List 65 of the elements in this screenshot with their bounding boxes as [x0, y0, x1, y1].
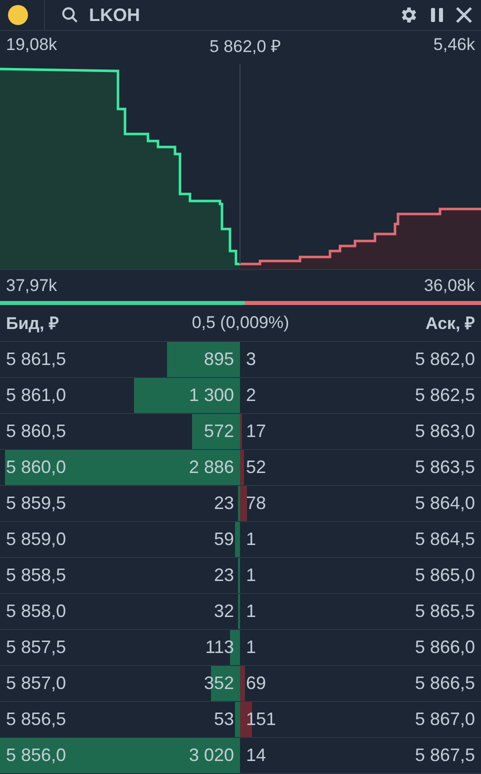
asks-total: 36,08k — [424, 276, 475, 296]
settings-button[interactable] — [399, 5, 419, 25]
bid-price[interactable]: 5 856,0 — [6, 744, 66, 766]
status-dot — [8, 5, 28, 25]
bid-volume: 895 — [204, 348, 234, 370]
settings-icon — [399, 5, 419, 25]
ask-price[interactable]: 5 862,5 — [414, 384, 475, 406]
spread-value: 0,5 (0,009%) — [192, 312, 290, 333]
ask-peak-volume: 5,46k — [433, 35, 475, 56]
bid-volume: 59 — [214, 528, 234, 550]
ask-price[interactable]: 5 866,0 — [414, 636, 475, 658]
ask-price[interactable]: 5 867,5 — [414, 744, 475, 766]
bid-price[interactable]: 5 861,5 — [6, 348, 66, 370]
close-button[interactable] — [455, 6, 473, 24]
ask-price[interactable]: 5 866,5 — [414, 672, 475, 694]
bid-price[interactable]: 5 859,5 — [6, 492, 66, 514]
bid-volume: 23 — [214, 564, 234, 586]
ask-volume: 78 — [246, 492, 266, 514]
bid-price[interactable]: 5 861,0 — [6, 384, 66, 406]
ask-volume: 17 — [246, 420, 266, 442]
bid-volume: 32 — [214, 600, 234, 622]
ask-volume: 1 — [246, 600, 256, 622]
bid-volume: 2 886 — [188, 456, 234, 478]
ask-price[interactable]: 5 863,5 — [414, 456, 475, 478]
ask-price[interactable]: 5 864,5 — [414, 528, 475, 550]
ticker-symbol[interactable]: LKOH — [89, 4, 389, 26]
bid-volume: 3 020 — [188, 744, 234, 766]
bid-column-header: Бид, ₽ — [6, 313, 59, 334]
ask-volume: 1 — [246, 528, 256, 550]
pause-icon — [429, 6, 445, 24]
bid-volume: 53 — [214, 708, 234, 730]
ask-volume: 52 — [246, 456, 266, 478]
pause-button[interactable] — [429, 6, 445, 24]
bid-price[interactable]: 5 857,0 — [6, 672, 66, 694]
bid-price[interactable]: 5 858,0 — [6, 600, 66, 622]
bid-volume: 23 — [214, 492, 234, 514]
bid-price[interactable]: 5 858,5 — [6, 564, 66, 586]
ask-price[interactable]: 5 865,5 — [414, 600, 475, 622]
bid-volume: 113 — [205, 636, 234, 658]
bid-price[interactable]: 5 856,5 — [6, 708, 66, 730]
bid-price[interactable]: 5 860,0 — [6, 456, 66, 478]
bid-price[interactable]: 5 857,5 — [6, 636, 66, 658]
ask-price[interactable]: 5 863,0 — [414, 420, 475, 442]
bid-price[interactable]: 5 859,0 — [6, 528, 66, 550]
ask-volume: 14 — [246, 744, 266, 766]
bid-volume: 1 300 — [188, 384, 234, 406]
ask-volume: 69 — [246, 672, 266, 694]
ask-volume: 2 — [246, 384, 256, 406]
ask-volume: 151 — [246, 708, 276, 730]
ask-price[interactable]: 5 864,0 — [414, 492, 475, 514]
ask-price[interactable]: 5 867,0 — [414, 708, 475, 730]
ask-volume: 3 — [246, 348, 256, 370]
bid-peak-volume: 19,08k — [6, 35, 58, 56]
search-icon — [61, 6, 79, 24]
bid-volume: 572 — [204, 420, 234, 442]
ask-column-header: Аск, ₽ — [426, 313, 475, 334]
bid-price[interactable]: 5 860,5 — [6, 420, 66, 442]
bid-volume: 352 — [204, 672, 234, 694]
bids-total: 37,97k — [6, 276, 58, 296]
last-price: 5 862,0 ₽ — [210, 36, 281, 57]
ask-volume: 1 — [246, 564, 256, 586]
close-icon — [455, 6, 473, 24]
ask-price[interactable]: 5 865,0 — [414, 564, 475, 586]
ask-price[interactable]: 5 862,0 — [414, 348, 475, 370]
ask-volume: 1 — [246, 636, 256, 658]
